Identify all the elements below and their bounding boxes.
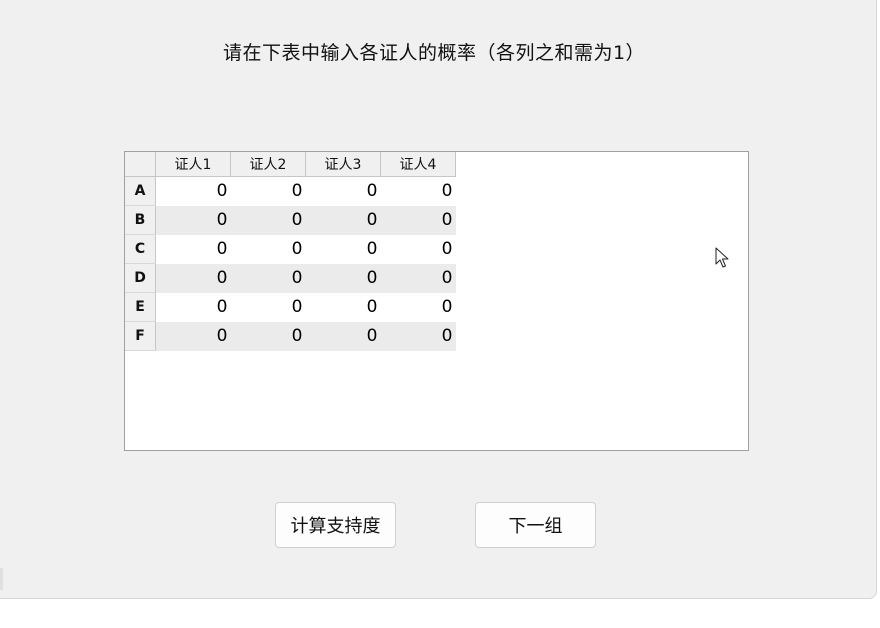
- table-row: D 0 0 0 0: [125, 263, 456, 293]
- table-cell[interactable]: 0: [305, 321, 381, 351]
- table-cell[interactable]: 0: [230, 176, 306, 206]
- column-header-witness-1[interactable]: 证人1: [155, 152, 231, 177]
- instruction-label: 请在下表中输入各证人的概率（各列之和需为1）: [222, 42, 646, 64]
- table-cell[interactable]: 0: [305, 292, 381, 322]
- table-cell[interactable]: 0: [305, 263, 381, 293]
- table-cell[interactable]: 0: [380, 292, 456, 322]
- table-cell[interactable]: 0: [230, 205, 306, 235]
- table-row: C 0 0 0 0: [125, 234, 456, 264]
- header-row: 证人1 证人2 证人3 证人4: [125, 152, 456, 177]
- row-header-d[interactable]: D: [125, 263, 156, 293]
- column-header-witness-4[interactable]: 证人4: [380, 152, 456, 177]
- table-cell[interactable]: 0: [230, 263, 306, 293]
- table-row: E 0 0 0 0: [125, 292, 456, 322]
- table-cell[interactable]: 0: [230, 321, 306, 351]
- row-header-b[interactable]: B: [125, 205, 156, 235]
- mouse-pointer-icon: [715, 247, 729, 268]
- column-header-witness-2[interactable]: 证人2: [230, 152, 306, 177]
- table-cell[interactable]: 0: [155, 321, 231, 351]
- table-cell[interactable]: 0: [155, 292, 231, 322]
- app-window: 请在下表中输入各证人的概率（各列之和需为1） 证人1 证人2 证人3 证人4 A…: [0, 0, 877, 599]
- table-corner[interactable]: [125, 152, 156, 177]
- table-cell[interactable]: 0: [230, 292, 306, 322]
- table-cell[interactable]: 0: [155, 176, 231, 206]
- table-row: F 0 0 0 0: [125, 321, 456, 351]
- calculate-support-button[interactable]: 计算支持度: [275, 502, 396, 548]
- probability-grid: 证人1 证人2 证人3 证人4 A 0 0 0 0 B 0 0 0 0 C 0 …: [125, 152, 456, 351]
- table-cell[interactable]: 0: [230, 234, 306, 264]
- table-cell[interactable]: 0: [155, 263, 231, 293]
- probability-table[interactable]: 证人1 证人2 证人3 证人4 A 0 0 0 0 B 0 0 0 0 C 0 …: [124, 151, 749, 451]
- row-header-a[interactable]: A: [125, 176, 156, 206]
- table-cell[interactable]: 0: [155, 205, 231, 235]
- table-cell[interactable]: 0: [380, 321, 456, 351]
- table-cell[interactable]: 0: [305, 176, 381, 206]
- table-cell[interactable]: 0: [380, 234, 456, 264]
- table-cell[interactable]: 0: [380, 263, 456, 293]
- next-group-button[interactable]: 下一组: [475, 502, 596, 548]
- table-cell[interactable]: 0: [305, 205, 381, 235]
- table-row: B 0 0 0 0: [125, 205, 456, 235]
- row-header-c[interactable]: C: [125, 234, 156, 264]
- table-cell[interactable]: 0: [380, 205, 456, 235]
- table-cell[interactable]: 0: [305, 234, 381, 264]
- row-header-f[interactable]: F: [125, 321, 156, 351]
- background-window-edge: [0, 568, 3, 590]
- table-cell[interactable]: 0: [155, 234, 231, 264]
- table-cell[interactable]: 0: [380, 176, 456, 206]
- table-row: A 0 0 0 0: [125, 176, 456, 206]
- row-header-e[interactable]: E: [125, 292, 156, 322]
- column-header-witness-3[interactable]: 证人3: [305, 152, 381, 177]
